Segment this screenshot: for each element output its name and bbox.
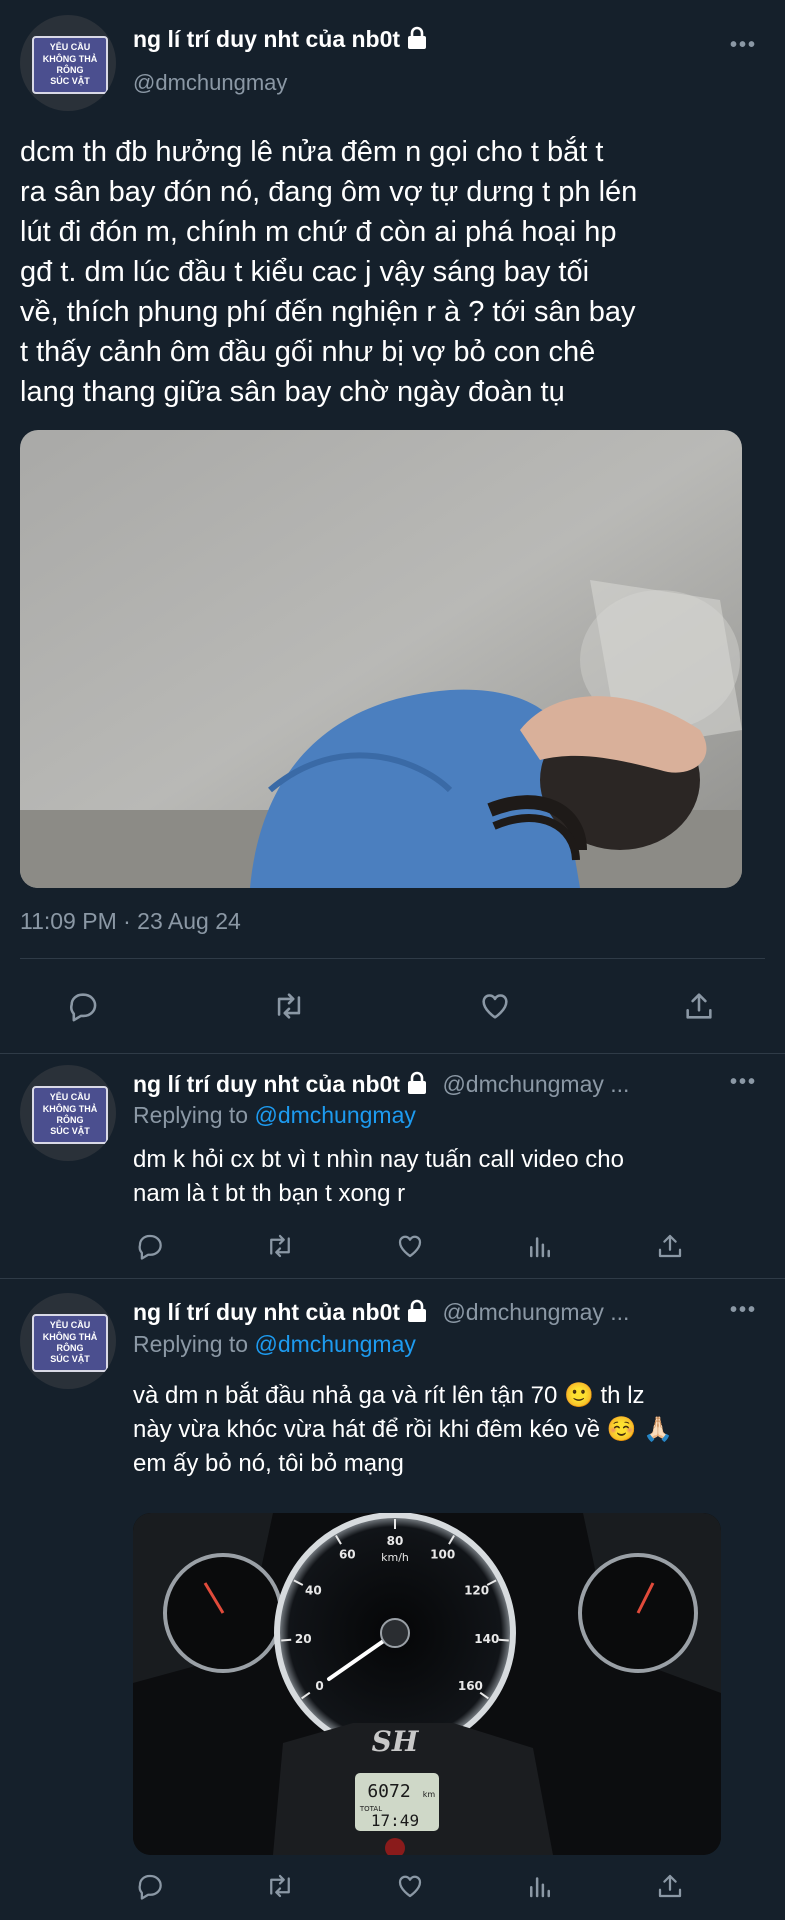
lock-icon [406,1299,428,1323]
divider [0,1053,785,1054]
gauge-tick-label: 120 [464,1584,489,1598]
views-icon[interactable] [520,1228,560,1264]
avatar-sign-line: SÚC VẬT [50,76,90,87]
like-icon[interactable] [390,1868,430,1904]
lock-icon [406,1071,428,1095]
reply-icon[interactable] [62,985,104,1027]
odometer-value: 6072 [367,1781,410,1802]
avatar[interactable]: YÊU CẦU KHÔNG THẢ RÔNG SÚC VẬT [20,1065,116,1161]
clock-value: 17:49 [371,1811,419,1830]
gauge-tick-label: 40 [305,1584,322,1598]
author-name[interactable]: ng lí trí duy nht của nb0t @dmchungmay .… [133,1071,629,1098]
views-icon[interactable] [520,1868,560,1904]
gauge-tick-label: 0 [315,1679,323,1693]
gauge-tick-label: 60 [339,1547,356,1561]
author-name[interactable]: ng lí trí duy nht của nb0t [133,26,428,53]
avatar-sign-line: YÊU CẦU [49,1320,91,1331]
share-icon[interactable] [650,1868,690,1904]
retweet-icon[interactable] [268,985,310,1027]
replying-to: Replying to @dmchungmay [133,1102,416,1129]
avatar-sign-line: KHÔNG THẢ RÔNG [42,1331,98,1353]
avatar[interactable]: YÊU CẦU KHÔNG THẢ RÔNG SÚC VẬT [20,15,116,111]
replying-label: Replying to [133,1331,249,1357]
gauge-tick-mark [498,1638,509,1642]
brand-logo: SH [372,1725,420,1758]
gauge-tick-label: 160 [458,1679,483,1693]
gauge-unit: km/h [381,1551,409,1564]
gauge-tick-label: 20 [295,1632,312,1646]
photo-speedometer: 020406080100120140160 km/h SH 6072 km TO… [133,1513,721,1855]
avatar-sign-line: YÊU CẦU [49,42,91,53]
avatar-sign: YÊU CẦU KHÔNG THẢ RÔNG SÚC VẬT [31,1086,109,1144]
author-name-text: ng lí trí duy nht của nb0t [133,26,401,52]
tweet-photo[interactable]: 0 20 40 60 80 100 120 140 160 km/h SH 6072 km TO… [133,1513,721,1855]
author-handle[interactable]: @dmchungmay ... [442,1299,629,1325]
gauge-tick-label: 100 [430,1547,455,1561]
avatar-sign-line: KHÔNG THẢ RÔNG [42,53,98,75]
author-handle[interactable]: @dmchungmay [133,70,287,96]
replying-to: Replying to @dmchungmay [133,1331,416,1358]
avatar-sign-line: KHÔNG THẢ RÔNG [42,1103,98,1125]
share-icon[interactable] [678,985,720,1027]
avatar-sign-line: YÊU CẦU [49,1092,91,1103]
author-name-text: ng lí trí duy nht của nb0t [133,1299,401,1325]
tweet-photo[interactable] [20,430,742,888]
retweet-icon[interactable] [260,1868,300,1904]
more-icon[interactable]: ••• [730,34,757,57]
more-icon[interactable]: ••• [730,1299,757,1322]
tweet-text: dcm th đb hưởng lê nửa đêm n gọi cho t b… [20,136,638,408]
gauge-tick-mark [281,1638,292,1642]
avatar-sign-line: SÚC VẬT [50,1126,90,1137]
replying-label: Replying to [133,1102,249,1128]
tweet-text: dm k hỏi cx bt vì t nhìn nay tuấn call v… [133,1146,624,1207]
odometer-unit: km [423,1790,436,1799]
gauge-tick-label: 80 [387,1534,404,1548]
divider [0,1278,785,1279]
author-name[interactable]: ng lí trí duy nht của nb0t @dmchungmay .… [133,1299,629,1326]
share-icon[interactable] [650,1228,690,1264]
reply-icon[interactable] [130,1868,170,1904]
reply-icon[interactable] [130,1228,170,1264]
replying-handle-link[interactable]: @dmchungmay [254,1102,415,1128]
avatar[interactable]: YÊU CẦU KHÔNG THẢ RÔNG SÚC VẬT [20,1293,116,1389]
replying-handle-link[interactable]: @dmchungmay [254,1331,415,1357]
tweet-text: và dm n bắt đầu nhả ga và rít lên tận 70… [133,1382,674,1477]
author-name-text: ng lí trí duy nht của nb0t [133,1071,401,1097]
photo-person-head-down [20,430,742,888]
more-icon[interactable]: ••• [730,1071,757,1094]
like-icon[interactable] [390,1228,430,1264]
lock-icon [406,26,428,50]
avatar-sign-line: SÚC VẬT [50,1354,90,1365]
author-handle[interactable]: @dmchungmay ... [442,1071,629,1097]
tweet-timestamp[interactable]: 11:09 PM · 23 Aug 24 [20,908,241,935]
like-icon[interactable] [474,985,516,1027]
retweet-icon[interactable] [260,1228,300,1264]
gauge-tick-label: 140 [474,1632,499,1646]
divider [20,958,765,959]
avatar-sign: YÊU CẦU KHÔNG THẢ RÔNG SÚC VẬT [31,1314,109,1372]
avatar-sign: YÊU CẦU KHÔNG THẢ RÔNG SÚC VẬT [31,36,109,94]
